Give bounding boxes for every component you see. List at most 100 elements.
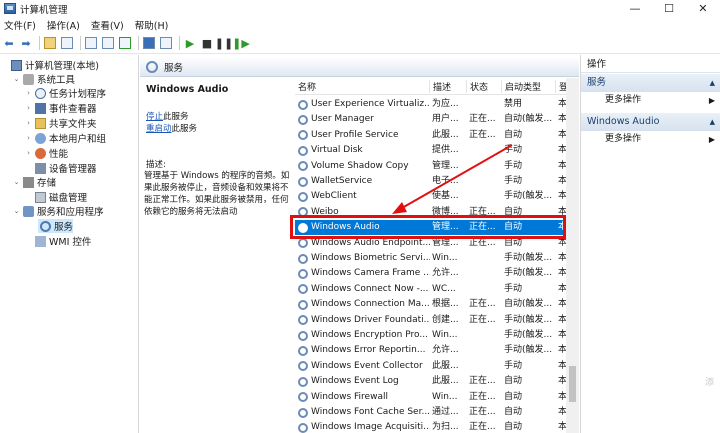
service-row[interactable]: Windows Error Reportin... 允许... 手动(触发... 本 bbox=[295, 343, 579, 358]
service-status: 正在... bbox=[469, 299, 496, 310]
tree-item-label: 本地用户和组 bbox=[49, 134, 107, 145]
more-actions-windows-audio[interactable]: 更多操作 ▶ bbox=[581, 132, 720, 147]
menu-file[interactable]: 文件(F) bbox=[4, 18, 36, 32]
tree-item[interactable]: 设备管理器 bbox=[0, 161, 97, 175]
service-description: 通过... bbox=[432, 407, 459, 417]
tree-expander-icon[interactable]: › bbox=[24, 89, 33, 97]
menu-view[interactable]: 查看(V) bbox=[91, 18, 124, 32]
service-gear-icon bbox=[298, 161, 308, 172]
service-row[interactable]: User Experience Virtualiz... 为应... 禁用本 bbox=[295, 97, 579, 112]
service-row[interactable]: Windows Driver Foundati... 创建... 正在... 手动(触… bbox=[295, 313, 579, 328]
description-text: 管理基于 Windows 的程序的音频。如果此服务被停止，音频设备和效果将不能正… bbox=[144, 171, 290, 217]
tree-item[interactable]: › 性能 bbox=[0, 146, 68, 160]
column-startup-type[interactable]: 启动类型 bbox=[502, 80, 556, 93]
tree-expander-icon[interactable]: › bbox=[24, 149, 33, 157]
show-tree-icon[interactable] bbox=[60, 36, 74, 50]
service-name: WebClient bbox=[311, 191, 357, 202]
column-description[interactable]: 描述 bbox=[430, 80, 467, 93]
tree-item[interactable]: ⌄ 服务和应用程序 bbox=[0, 204, 104, 218]
tree-node-icon bbox=[35, 87, 46, 99]
refresh-icon[interactable] bbox=[101, 36, 115, 50]
menu-action[interactable]: 操作(A) bbox=[47, 18, 80, 32]
tree-item[interactable]: 计算机管理(本地) bbox=[0, 58, 99, 72]
resume-icon[interactable]: ❚▶ bbox=[232, 36, 250, 50]
service-name: Windows Error Reportin... bbox=[311, 345, 426, 356]
service-startup-type: 自动 bbox=[504, 376, 523, 387]
service-status: 正在... bbox=[469, 114, 496, 125]
service-row[interactable]: Windows Event Log 此服... 正在... 自动本 bbox=[295, 374, 579, 389]
tree-item[interactable]: ⌄ 系统工具 bbox=[0, 72, 75, 86]
restart-service-link[interactable]: 重启动 bbox=[146, 124, 172, 134]
more-actions-services[interactable]: 更多操作 ▶ bbox=[581, 93, 720, 108]
tree-expander-icon[interactable]: ⌄ bbox=[12, 178, 21, 186]
column-status[interactable]: 状态 bbox=[467, 80, 502, 93]
minimize-button[interactable]: — bbox=[618, 0, 652, 17]
pause-icon[interactable]: ❚❚ bbox=[215, 36, 233, 50]
service-startup-type: 手动(触发... bbox=[504, 268, 553, 279]
tree-item[interactable]: ⌄ 存储 bbox=[0, 175, 56, 189]
toolbar-separator bbox=[179, 36, 180, 50]
mmc-icon[interactable] bbox=[159, 36, 173, 50]
tree-item-label: 计算机管理(本地) bbox=[25, 61, 99, 72]
help-icon[interactable] bbox=[142, 36, 156, 50]
service-name: Windows Firewall bbox=[311, 391, 388, 402]
scrollbar-thumb[interactable] bbox=[569, 366, 576, 402]
computer-management-icon bbox=[4, 3, 16, 14]
service-row[interactable]: Windows Camera Frame ... 允许... 手动(触发... 本 bbox=[295, 266, 579, 281]
service-name-cell: Windows Image Acquisiti... bbox=[298, 420, 430, 433]
service-startup-type: 手动 bbox=[504, 283, 523, 294]
forward-arrow-icon[interactable]: ➡ bbox=[19, 36, 33, 50]
back-arrow-icon[interactable]: ⬅ bbox=[2, 36, 16, 50]
properties-icon[interactable] bbox=[84, 36, 98, 50]
tree-expander-icon[interactable]: ⌄ bbox=[12, 207, 21, 215]
service-startup-type: 手动 bbox=[504, 176, 523, 186]
tree-item[interactable]: WMI 控件 bbox=[0, 234, 91, 248]
column-name[interactable]: 名称 bbox=[295, 80, 430, 93]
maximize-button[interactable]: ☐ bbox=[652, 0, 686, 17]
service-name: Windows Driver Foundati... bbox=[311, 314, 430, 325]
play-icon[interactable]: ▶ bbox=[183, 36, 197, 50]
service-gear-icon bbox=[298, 284, 308, 295]
tree-expander-icon[interactable]: ⌄ bbox=[12, 75, 21, 83]
service-row[interactable]: Virtual Disk 提供... 手动本 bbox=[295, 143, 579, 158]
tree-expander-icon[interactable]: › bbox=[24, 119, 33, 127]
service-name-cell: User Manager bbox=[298, 112, 430, 127]
tree-item[interactable]: 服务 bbox=[38, 219, 74, 233]
tree-item[interactable]: 磁盘管理 bbox=[0, 190, 87, 204]
services-header: 服务 bbox=[140, 57, 579, 77]
service-row[interactable]: WebClient 使基... 手动(触发... 本 bbox=[295, 189, 579, 204]
service-row[interactable]: Windows Event Collector 此服... 手动本 bbox=[295, 359, 579, 374]
service-startup-type: 手动(触发... bbox=[504, 330, 553, 340]
service-row[interactable]: Windows Image Acquisiti... 为扫... 正在... 自动本 bbox=[295, 420, 579, 433]
tree-item[interactable]: › 本地用户和组 bbox=[0, 131, 106, 145]
export-icon[interactable] bbox=[118, 36, 132, 50]
service-row[interactable]: Volume Shadow Copy 管理... 手动本 bbox=[295, 159, 579, 174]
tree-item[interactable]: › 事件查看器 bbox=[0, 101, 97, 115]
stop-service-link[interactable]: 停止 bbox=[146, 112, 163, 122]
list-scrollbar[interactable] bbox=[566, 78, 579, 433]
service-row[interactable]: Windows Biometric Servi... Win... 手动(触发...… bbox=[295, 251, 579, 266]
service-row[interactable]: WalletService 电子... 手动本 bbox=[295, 174, 579, 189]
close-button[interactable]: ✕ bbox=[686, 0, 720, 17]
navigation-tree: 计算机管理(本地) ⌄ 系统工具 › 任务计划程序 › 事件查看器 › 共享文件夹 › 本地用户和组… bbox=[0, 55, 139, 433]
service-row[interactable]: Windows Encryption Pro... Win... 手动(触发... 本 bbox=[295, 328, 579, 343]
service-row[interactable]: User Profile Service 此服... 正在... 自动本 bbox=[295, 128, 579, 143]
actions-section-services[interactable]: 服务 ▲ bbox=[581, 74, 720, 92]
tree-expander-icon[interactable]: › bbox=[24, 134, 33, 142]
service-row[interactable]: User Manager 用户... 正在... 自动(触发... 本 bbox=[295, 112, 579, 127]
up-folder-icon[interactable] bbox=[43, 36, 57, 50]
service-name: Windows Connection Ma... bbox=[311, 299, 430, 310]
service-name-cell: Virtual Disk bbox=[298, 143, 430, 158]
service-row[interactable]: Windows Firewall Win... 正在... 自动本 bbox=[295, 390, 579, 405]
stop-icon[interactable]: ■ bbox=[200, 36, 214, 50]
service-row[interactable]: Windows Connect Now -... WC... 手动本 bbox=[295, 282, 579, 297]
service-status bbox=[469, 282, 501, 297]
service-row[interactable]: Windows Connection Ma... 根据... 正在... 自动(触发.… bbox=[295, 297, 579, 312]
actions-section-windows-audio[interactable]: Windows Audio ▲ bbox=[581, 113, 720, 131]
service-row[interactable]: Windows Font Cache Ser... 通过... 正在... 自动本 bbox=[295, 405, 579, 420]
tree-item[interactable]: › 任务计划程序 bbox=[0, 86, 106, 100]
tree-item[interactable]: › 共享文件夹 bbox=[0, 116, 97, 130]
tree-expander-icon[interactable]: › bbox=[24, 104, 33, 112]
service-description: 此服... bbox=[432, 376, 459, 387]
menu-help[interactable]: 帮助(H) bbox=[135, 18, 169, 32]
